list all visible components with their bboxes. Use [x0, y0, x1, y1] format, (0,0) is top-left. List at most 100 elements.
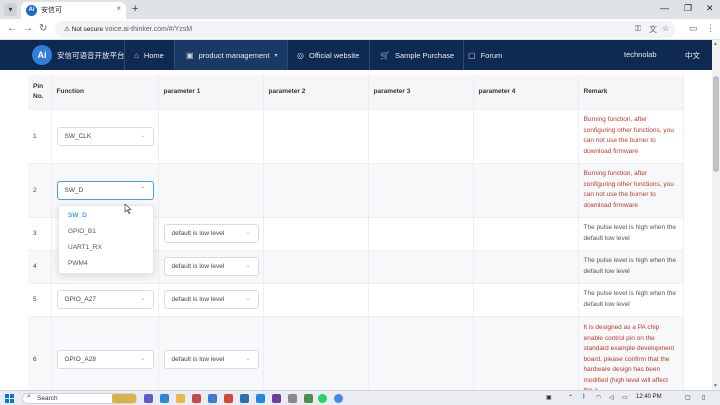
- notification-icon[interactable]: ▢: [685, 394, 691, 401]
- browser-menu-icon[interactable]: ⋮: [706, 23, 715, 34]
- remark-cell: Burning function, after configuring othe…: [578, 108, 684, 163]
- terminal-icon[interactable]: [288, 394, 297, 403]
- url-text[interactable]: voice.ai-thinker.com/#/YzsM: [105, 24, 192, 35]
- tab-close-icon[interactable]: ×: [116, 4, 121, 13]
- app-icon[interactable]: [304, 394, 313, 403]
- volume-icon[interactable]: ◁: [609, 394, 614, 401]
- param1-select[interactable]: default is low level ⌄: [163, 224, 259, 243]
- param3-cell: [368, 108, 474, 163]
- user-menu[interactable]: technolab: [624, 50, 657, 59]
- param2-cell: [263, 315, 369, 390]
- ai-circle-icon: ◎: [297, 50, 304, 60]
- tab-search-menu-icon[interactable]: ▾: [4, 3, 17, 16]
- app-icon[interactable]: [272, 394, 281, 403]
- warning-icon: ⚠: [64, 26, 72, 33]
- window-close-icon[interactable]: ✕: [706, 3, 714, 14]
- nav-official-website[interactable]: ◎ Official website: [297, 40, 359, 70]
- remark-cell: It is designed as a PA chip enable contr…: [578, 315, 684, 390]
- file-explorer-icon[interactable]: [176, 394, 185, 403]
- cart-icon: 🛒: [380, 50, 390, 60]
- minimize-icon[interactable]: —: [660, 3, 669, 13]
- page-scrollbar[interactable]: ▲ ▼: [712, 40, 720, 390]
- chevron-up-icon[interactable]: ⌃: [568, 394, 573, 401]
- param1-select-value: default is low level: [171, 230, 225, 237]
- function-select[interactable]: SW_CLK ⌄: [56, 126, 154, 146]
- param1-select[interactable]: default is low level ⌄: [163, 350, 259, 370]
- pin-config-page: Pin No. Function parameter 1 parameter 2…: [0, 70, 712, 390]
- nav-product-management[interactable]: ▣ product management ▾: [175, 40, 287, 70]
- param3-cell: [368, 249, 474, 283]
- office-icon[interactable]: [224, 394, 233, 403]
- back-icon[interactable]: ←: [7, 23, 17, 34]
- word-icon[interactable]: [240, 394, 249, 403]
- vscode-icon[interactable]: [256, 394, 265, 403]
- address-bar[interactable]: ⚠ Not secure voice.ai-thinker.com/#/YzsM…: [55, 21, 675, 38]
- function-select-value: GPIO_A28: [64, 356, 96, 364]
- function-select[interactable]: SW_D ⌃: [56, 180, 154, 200]
- edge-icon[interactable]: [160, 394, 169, 403]
- header-parameter-1: parameter 1: [158, 75, 264, 109]
- search-icon: ⌕: [27, 393, 31, 400]
- scroll-up-icon[interactable]: ▲: [713, 41, 718, 47]
- bookmark-star-icon[interactable]: ☆: [662, 24, 669, 33]
- nav-sample-purchase[interactable]: 🛒 Sample Purchase: [380, 40, 454, 70]
- nav-home[interactable]: ⌂ Home: [130, 40, 168, 70]
- app-icon[interactable]: [192, 394, 201, 403]
- key-icon[interactable]: ⚿: [635, 24, 641, 34]
- table-header-row: Pin No. Function parameter 1 parameter 2…: [28, 75, 684, 109]
- dropdown-option[interactable]: UART1_RX: [59, 240, 153, 256]
- param1-select[interactable]: default is low level ⌄: [163, 290, 259, 309]
- battery-icon[interactable]: ▭: [622, 394, 628, 401]
- wifi-icon[interactable]: ◠: [596, 394, 601, 401]
- dropdown-option[interactable]: GPIO_B1: [59, 224, 153, 240]
- chevron-down-icon: ⌄: [140, 296, 146, 302]
- translate-icon[interactable]: 文: [649, 24, 657, 35]
- profile-icon[interactable]: ▭: [689, 23, 698, 34]
- bluetooth-icon[interactable]: ᛒ: [582, 394, 586, 400]
- function-cell: GPIO_A28 ⌄: [51, 315, 159, 390]
- show-desktop-icon[interactable]: ▯: [702, 394, 705, 401]
- language-switch[interactable]: 中文: [685, 50, 700, 61]
- param1-select[interactable]: default is low level ⌄: [163, 257, 259, 276]
- task-view-icon[interactable]: [144, 394, 153, 403]
- function-select-value: SW_CLK: [64, 132, 92, 140]
- clock[interactable]: 12:40 PM: [636, 394, 662, 400]
- nav-home-label: Home: [143, 50, 164, 60]
- tray-app-icon[interactable]: ▣: [546, 394, 552, 401]
- nav-forum-label: Forum: [480, 50, 503, 60]
- security-chip[interactable]: ⚠ Not secure: [60, 24, 107, 35]
- pin-number: 5: [28, 282, 52, 316]
- windows-start-icon[interactable]: [5, 394, 14, 403]
- forward-icon[interactable]: →: [23, 23, 33, 34]
- chrome-icon[interactable]: [334, 394, 343, 403]
- new-tab-icon[interactable]: +: [132, 3, 138, 15]
- function-select[interactable]: GPIO_A28 ⌄: [56, 350, 154, 370]
- param2-cell: [263, 216, 369, 250]
- mail-icon[interactable]: [208, 394, 217, 403]
- param3-cell: [368, 282, 474, 316]
- maximize-icon[interactable]: ❐: [684, 3, 692, 14]
- function-select[interactable]: GPIO_A27 ⌄: [56, 290, 154, 309]
- header-parameter-4: parameter 4: [473, 75, 579, 109]
- mouse-cursor-icon: [124, 204, 132, 214]
- brand-logo[interactable]: Ai: [32, 45, 52, 65]
- param4-cell: [473, 162, 579, 217]
- scroll-down-icon[interactable]: ▼: [713, 383, 718, 389]
- dropdown-option[interactable]: SW_D: [59, 208, 153, 224]
- chevron-down-icon: ⌄: [245, 356, 251, 363]
- browser-tab[interactable]: Ai 安信可 ×: [21, 2, 126, 19]
- pin-number: 3: [28, 216, 52, 250]
- nav-forum[interactable]: ▢ Forum: [468, 40, 502, 70]
- box-icon: ▣: [186, 50, 194, 60]
- remark-cell: The pulse level is high when the default…: [578, 249, 684, 283]
- dropdown-option[interactable]: PWM4: [59, 256, 153, 272]
- table-row: 5 GPIO_A27 ⌄ default is low level ⌄ The …: [28, 282, 684, 316]
- reload-icon[interactable]: ↻: [39, 23, 47, 34]
- whatsapp-icon[interactable]: [318, 394, 327, 403]
- param3-cell: [368, 162, 474, 217]
- param4-cell: [473, 282, 579, 316]
- nav-product-management-label: product management: [198, 50, 270, 60]
- brand-name: 安信可语音开放平台: [57, 51, 125, 60]
- scrollbar-thumb[interactable]: [713, 76, 719, 172]
- search-highlight-icon: [112, 394, 136, 403]
